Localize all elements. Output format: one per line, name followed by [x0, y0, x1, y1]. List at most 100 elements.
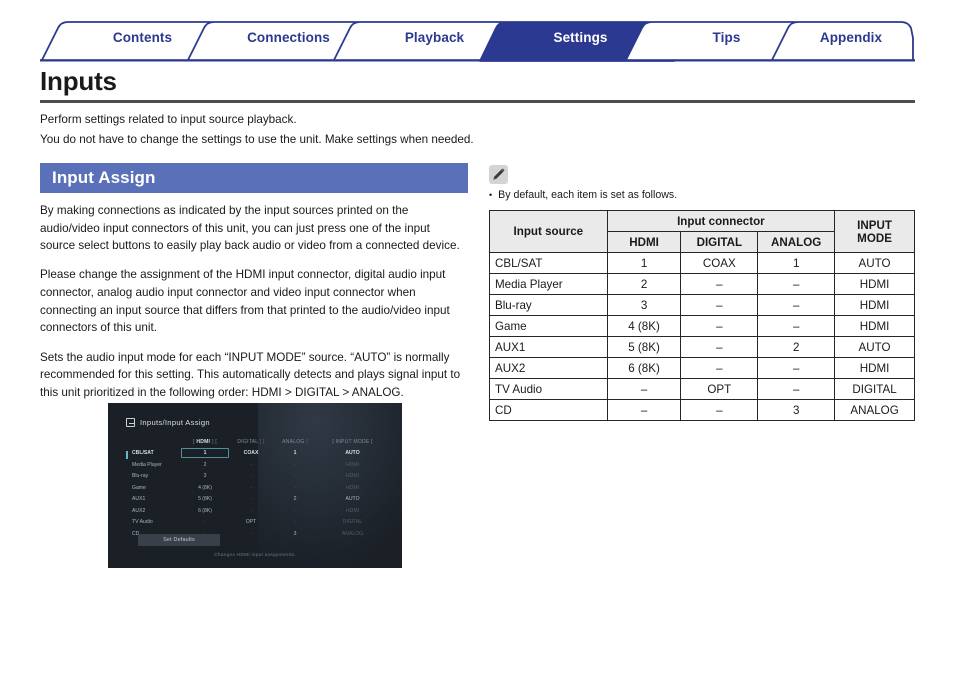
device-cell-mode[interactable]: HDMI [317, 473, 388, 479]
device-table-row[interactable]: Blu-ray 3 - - HDMI [126, 471, 388, 483]
intro-text: Perform settings related to input source… [40, 110, 740, 150]
device-cell-mode[interactable]: ANALOG [317, 531, 388, 537]
cell-source: Media Player [489, 273, 608, 295]
device-cell-digital[interactable]: - [229, 473, 273, 479]
device-help-text: Changes HDMI input assignments. [214, 553, 296, 558]
device-cell-hdmi[interactable]: 3 [181, 473, 229, 479]
section-title: Input Assign [52, 168, 156, 187]
pencil-glyph [493, 168, 505, 180]
device-cell-mode[interactable]: HDMI [317, 462, 388, 468]
device-cell-source: Game [132, 484, 146, 491]
input-assign-section: Input Assign By making connections as in… [40, 163, 468, 413]
device-cell-hdmi[interactable]: 1 [181, 448, 229, 459]
col-input-mode-line2: MODE [857, 231, 892, 245]
set-defaults-button[interactable]: Set Defaults [138, 534, 220, 546]
cell-digital: – [680, 315, 759, 337]
col-hdmi: HDMI [606, 231, 682, 253]
device-cell-analog[interactable]: 2 [273, 496, 317, 502]
device-cell-digital[interactable]: - [229, 462, 273, 468]
col-analog: ANALOG [757, 231, 836, 253]
tab-playback[interactable]: Playback [352, 30, 517, 45]
section-header-bar: Input Assign [40, 163, 468, 193]
cell-mode: HDMI [834, 315, 915, 337]
tab-contents[interactable]: Contents [60, 30, 225, 45]
device-cell-hdmi[interactable]: - [181, 519, 229, 525]
tab-connections[interactable]: Connections [206, 30, 371, 45]
tab-bar: Contents Connections Playback Settings T… [40, 20, 915, 62]
section-paragraph-2: Please change the assignment of the HDMI… [40, 268, 450, 335]
cell-source: CD [489, 399, 608, 421]
device-cell-mode[interactable]: AUTO [317, 496, 388, 502]
cell-source: Game [489, 315, 608, 337]
device-cell-mode[interactable]: HDMI [317, 508, 388, 514]
manual-page: Contents Connections Playback Settings T… [0, 0, 954, 673]
cell-digital: OPT [680, 378, 759, 400]
device-cell-analog[interactable]: - [273, 508, 317, 514]
cell-analog: – [757, 315, 836, 337]
device-cell-hdmi[interactable]: 5 (8K) [181, 496, 229, 502]
col-input-connector-group: Input connector [606, 210, 836, 232]
device-col-digital: DIGITAL [237, 438, 259, 445]
intro-line-1: Perform settings related to input source… [40, 113, 297, 126]
device-cell-source: TV Audio [132, 519, 153, 526]
table-row: Game 4 (8K) – – HDMI [489, 315, 915, 337]
device-cell-analog[interactable]: - [273, 485, 317, 491]
device-cell-source: AUX2 [132, 507, 146, 514]
device-col-analog: ANALOG [282, 438, 305, 445]
bracket-mid-2: ] [ [259, 438, 265, 445]
cell-analog: – [757, 378, 836, 400]
device-cell-hdmi[interactable]: 2 [181, 462, 229, 468]
device-col-input-mode: [ INPUT MODE ] [332, 438, 373, 445]
tab-appendix[interactable]: Appendix [787, 30, 915, 45]
page-title: Inputs [40, 66, 117, 96]
device-table-row[interactable]: Media Player 2 - - HDMI [126, 459, 388, 471]
device-cell-hdmi[interactable]: 4 (8K) [181, 485, 229, 491]
device-cell-digital[interactable]: - [229, 508, 273, 514]
table-header-row-1: Input source Input connector INPUT MODE [489, 210, 915, 253]
cell-hdmi: 4 (8K) [606, 315, 682, 337]
bullet-icon: • [489, 190, 493, 200]
device-cell-analog[interactable]: - [273, 473, 317, 479]
device-table-row[interactable]: TV Audio - OPT - DIGITAL [126, 517, 388, 529]
table-head: Input source Input connector INPUT MODE … [489, 210, 915, 253]
col-digital: DIGITAL [680, 231, 759, 253]
cell-mode: HDMI [834, 357, 915, 379]
device-cell-mode[interactable]: AUTO [317, 450, 388, 456]
cell-mode: AUTO [834, 252, 915, 274]
cell-source: Blu-ray [489, 294, 608, 316]
device-col-hdmi: HDMI [196, 438, 211, 445]
cell-mode: ANALOG [834, 399, 915, 421]
col-input-mode-line1: INPUT [857, 218, 892, 232]
device-cell-analog[interactable]: 3 [273, 531, 317, 537]
bracket-open: [ [192, 438, 195, 445]
device-cell-mode[interactable]: HDMI [317, 485, 388, 491]
device-table-row[interactable]: AUX2 6 (8K) - - HDMI [126, 505, 388, 517]
defaults-table-block: • By default, each item is set as follow… [489, 165, 915, 421]
cell-digital: – [680, 273, 759, 295]
device-table-row[interactable]: Game 4 (8K) - - HDMI [126, 482, 388, 494]
device-cell-source: Media Player [132, 461, 162, 468]
device-cell-digital[interactable]: - [229, 496, 273, 502]
tab-tips[interactable]: Tips [644, 30, 809, 45]
device-cell-digital[interactable]: OPT [229, 519, 273, 525]
device-table-row[interactable]: CBL/SAT 1 COAX 1 AUTO [126, 448, 388, 460]
device-cell-hdmi[interactable]: 6 (8K) [181, 508, 229, 514]
device-cell-digital[interactable]: - [229, 485, 273, 491]
tab-settings[interactable]: Settings [498, 30, 663, 45]
device-cell-analog[interactable]: 1 [273, 450, 317, 456]
cell-hdmi: – [606, 378, 682, 400]
section-paragraph-3: Sets the audio input mode for each “INPU… [40, 350, 461, 399]
device-cell-analog[interactable]: - [273, 519, 317, 525]
bracket-close: ] [306, 438, 308, 445]
cell-source: AUX1 [489, 336, 608, 358]
device-screenshot: Inputs/Input Assign [ HDMI ] [ DIGITAL ]… [108, 403, 402, 568]
device-cell-digital[interactable]: COAX [229, 450, 273, 456]
cell-analog: 3 [757, 399, 836, 421]
note-text: By default, each item is set as follows. [498, 189, 678, 201]
device-cell-mode[interactable]: DIGITAL [317, 519, 388, 525]
cell-analog: – [757, 294, 836, 316]
device-table-row[interactable]: AUX1 5 (8K) - 2 AUTO [126, 494, 388, 506]
device-cell-digital[interactable]: - [229, 531, 273, 537]
intro-line-2: You do not have to change the settings t… [40, 133, 474, 146]
device-cell-analog[interactable]: - [273, 462, 317, 468]
